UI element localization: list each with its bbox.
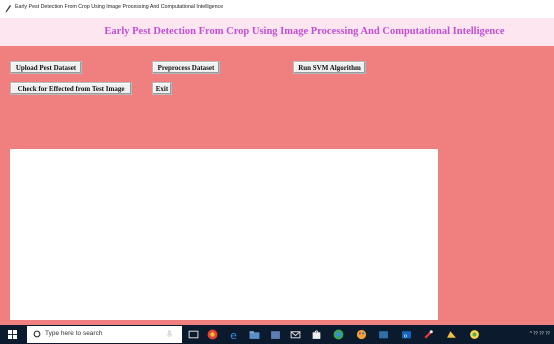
page-title: Early Pest Detection From Crop Using Ima… bbox=[104, 26, 505, 37]
check-test-image-button[interactable]: Check for Effected from Test Image bbox=[10, 82, 132, 95]
windows-start-icon[interactable] bbox=[8, 330, 17, 339]
window-title-bar: Early Pest Detection From Crop Using Ima… bbox=[0, 0, 554, 18]
files-icon[interactable] bbox=[378, 329, 389, 340]
chrome-icon-2[interactable] bbox=[333, 329, 344, 340]
shopping-icon[interactable] bbox=[311, 329, 322, 340]
svg-text:e: e bbox=[230, 329, 237, 340]
edge-icon[interactable]: e bbox=[229, 329, 240, 340]
system-tray[interactable]: ^ ⁇ ⁇ ⁇ bbox=[530, 331, 550, 337]
search-circle-icon bbox=[33, 330, 41, 338]
chrome-icon[interactable] bbox=[207, 329, 218, 340]
window-title: Early Pest Detection From Crop Using Ima… bbox=[15, 4, 224, 10]
exit-button[interactable]: Exit bbox=[152, 82, 172, 95]
task-view-icon[interactable] bbox=[188, 329, 199, 340]
microphone-icon[interactable] bbox=[164, 329, 175, 340]
output-text-area[interactable] bbox=[10, 149, 438, 320]
tool-icon[interactable] bbox=[423, 329, 434, 340]
taskbar-search-box[interactable]: Type here to search bbox=[27, 326, 182, 343]
store-icon[interactable] bbox=[270, 329, 281, 340]
file-explorer-icon[interactable] bbox=[249, 329, 260, 340]
preprocess-dataset-button[interactable]: Preprocess Dataset bbox=[152, 61, 220, 74]
upload-pest-dataset-button[interactable]: Upload Pest Dataset bbox=[10, 61, 82, 74]
search-placeholder: Type here to search bbox=[45, 330, 103, 337]
drive-icon[interactable] bbox=[446, 329, 457, 340]
taskbar: Type here to search e o ^ ⁇ ⁇ ⁇ bbox=[0, 325, 554, 344]
app-icon[interactable] bbox=[469, 329, 480, 340]
outlook-icon[interactable]: o bbox=[401, 329, 412, 340]
run-svm-algorithm-button[interactable]: Run SVM Algorithm bbox=[293, 61, 366, 74]
feather-icon bbox=[5, 5, 11, 13]
header-banner: Early Pest Detection From Crop Using Ima… bbox=[0, 18, 554, 46]
mail-icon[interactable] bbox=[290, 329, 301, 340]
paint-icon[interactable] bbox=[356, 329, 367, 340]
